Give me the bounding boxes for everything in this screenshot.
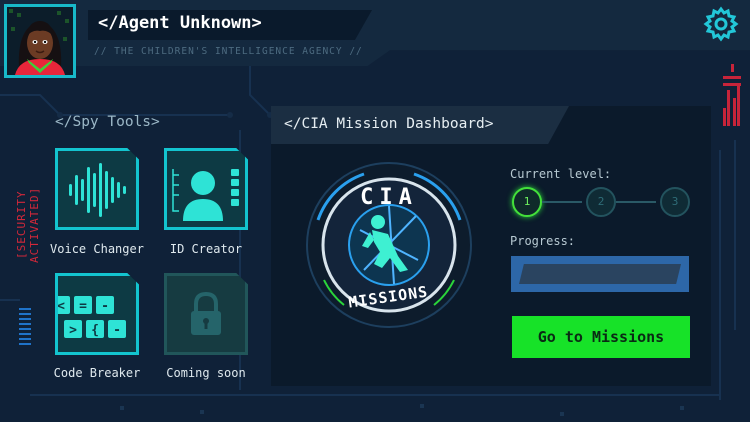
cia-missions-badge[interactable]: CIA MISSIONS bbox=[304, 160, 474, 330]
code-keys-icon: < = - > { - bbox=[58, 296, 126, 338]
badge-top-text: CIA bbox=[360, 185, 418, 210]
level-node-2[interactable]: 2 bbox=[586, 187, 616, 217]
id-creator-button[interactable] bbox=[164, 148, 248, 230]
progress-label: Progress: bbox=[510, 234, 576, 248]
code-key-text: = bbox=[79, 299, 87, 314]
level-connector bbox=[542, 201, 582, 203]
voice-changer-label: Voice Changer bbox=[50, 242, 144, 256]
coming-soon-label: Coming soon bbox=[166, 366, 246, 380]
code-breaker-button[interactable]: < = - > { - bbox=[55, 273, 139, 355]
lock-icon bbox=[191, 291, 221, 335]
agency-tagline: // THE CHILDREN'S INTELLIGENCE AGENCY // bbox=[94, 46, 363, 57]
id-creator-label: ID Creator bbox=[169, 242, 243, 256]
dashboard-title: </CIA Mission Dashboard> bbox=[284, 116, 494, 132]
level-stepper: 1 2 3 bbox=[512, 187, 692, 219]
progress-track bbox=[519, 264, 681, 284]
code-key-text: - bbox=[101, 299, 109, 314]
go-to-missions-button[interactable]: Go to Missions bbox=[512, 316, 690, 358]
avatar[interactable] bbox=[4, 4, 76, 78]
agent-name: </Agent Unknown> bbox=[98, 13, 262, 33]
status-ticks-icon bbox=[19, 308, 31, 345]
coming-soon-tool bbox=[164, 273, 248, 355]
current-level-label: Current level: bbox=[510, 167, 612, 181]
spy-tools-title: </Spy Tools> bbox=[55, 114, 160, 130]
signal-bars-icon bbox=[723, 64, 741, 126]
level-node-3[interactable]: 3 bbox=[660, 187, 690, 217]
level-connector bbox=[616, 201, 656, 203]
code-breaker-label: Code Breaker bbox=[53, 366, 141, 380]
decorative-dots bbox=[120, 404, 684, 416]
id-card-icon bbox=[172, 169, 239, 221]
progress-bar bbox=[511, 256, 689, 292]
settings-gear-icon[interactable] bbox=[703, 6, 739, 42]
voice-waveform-icon bbox=[69, 163, 126, 217]
avatar-portrait-icon bbox=[7, 7, 73, 75]
code-key-text: < bbox=[58, 299, 65, 314]
code-key-text: - bbox=[113, 323, 121, 338]
level-node-1[interactable]: 1 bbox=[512, 187, 542, 217]
code-key-text: > bbox=[69, 323, 77, 338]
voice-changer-button[interactable] bbox=[55, 148, 139, 230]
security-status-label: [SECURITY ACTIVATED] bbox=[15, 186, 41, 264]
code-key-text: { bbox=[91, 323, 99, 338]
